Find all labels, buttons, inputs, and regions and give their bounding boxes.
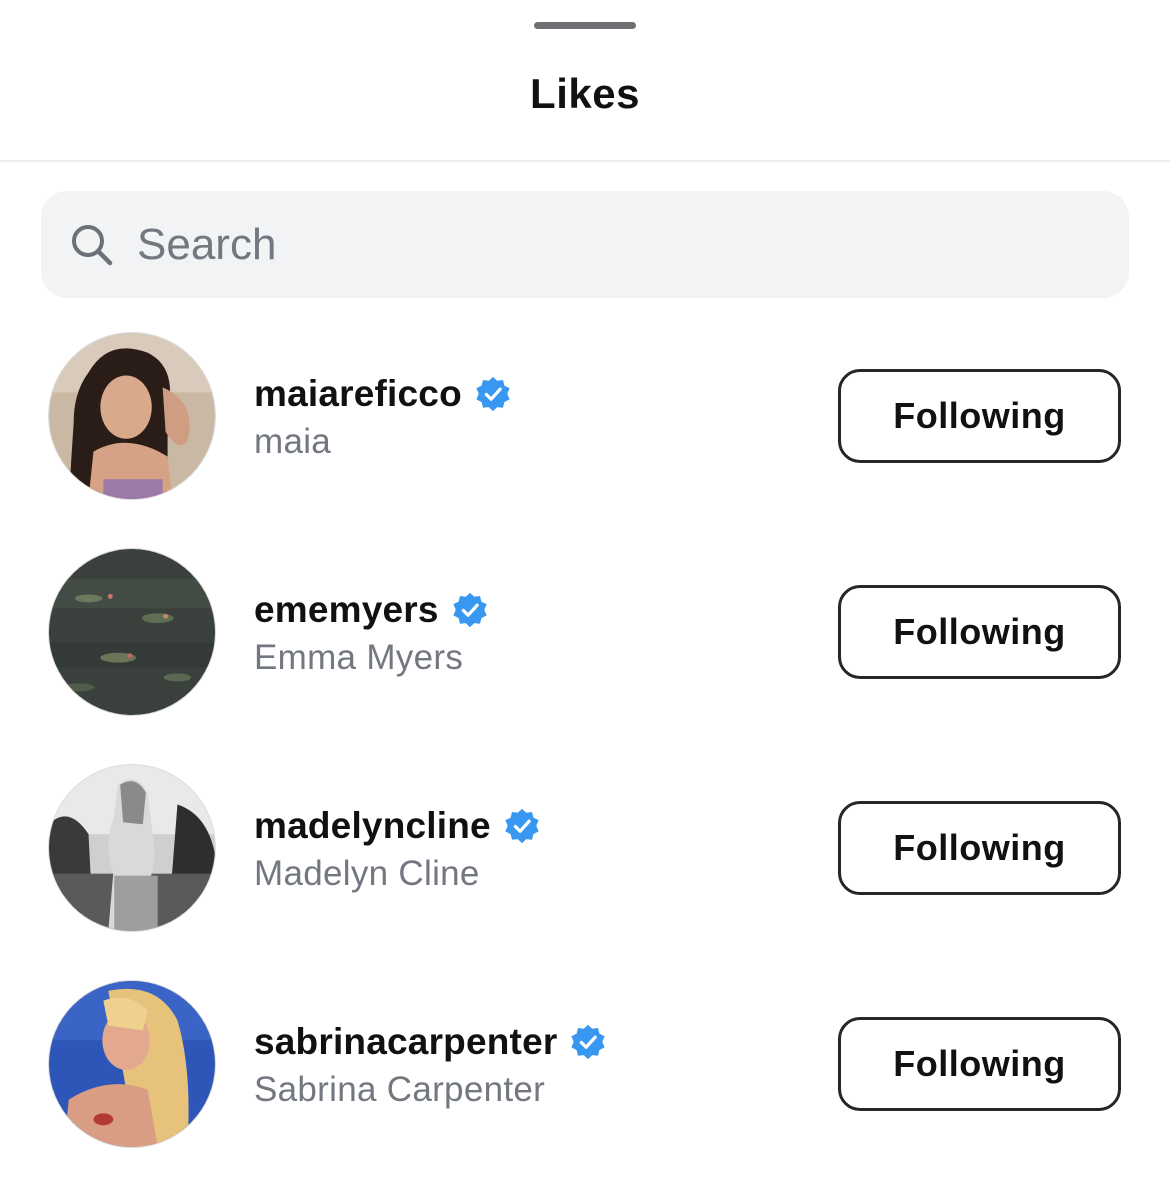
full-name: Emma Myers [254, 638, 464, 677]
avatar-photo [49, 333, 215, 499]
avatar-photo [49, 765, 215, 931]
list-item[interactable]: maiareficco maia Following [0, 332, 1170, 502]
avatar-photo [49, 981, 215, 1147]
sheet-grabber-handle[interactable] [534, 22, 636, 29]
verified-badge-icon [571, 1024, 606, 1060]
following-button[interactable]: Following [838, 1017, 1121, 1111]
username[interactable]: madelyncline [254, 805, 491, 847]
following-button[interactable]: Following [838, 369, 1121, 463]
list-item[interactable]: ememyers Emma Myers Following [0, 548, 1170, 718]
search-input[interactable] [137, 214, 1037, 275]
user-names: ememyers Emma Myers [254, 586, 489, 678]
search-bar[interactable] [41, 191, 1129, 298]
likes-sheet: Likes maiareficco [0, 0, 1170, 1192]
full-name: Sabrina Carpenter [254, 1070, 546, 1109]
avatar[interactable] [48, 764, 216, 932]
full-name: Madelyn Cline [254, 854, 480, 893]
list-item[interactable]: madelyncline Madelyn Cline Following [0, 764, 1170, 934]
header-divider [0, 160, 1170, 162]
user-names: sabrinacarpenter Sabrina Carpenter [254, 1018, 607, 1110]
username[interactable]: sabrinacarpenter [254, 1021, 557, 1063]
verified-badge-icon [505, 808, 539, 844]
verified-badge-icon [476, 376, 510, 412]
user-names: maiareficco maia [254, 370, 512, 462]
list-item[interactable]: sabrinacarpenter Sabrina Carpenter Follo… [0, 980, 1170, 1150]
avatar[interactable] [48, 548, 216, 716]
following-button[interactable]: Following [838, 585, 1121, 679]
avatar-photo [49, 549, 215, 715]
username[interactable]: ememyers [254, 589, 439, 631]
avatar[interactable] [48, 332, 216, 500]
verified-badge-icon [453, 592, 487, 628]
avatar[interactable] [48, 980, 216, 1148]
following-button[interactable]: Following [838, 801, 1121, 895]
username[interactable]: maiareficco [254, 373, 462, 415]
page-title: Likes [530, 70, 640, 117]
search-icon [72, 224, 113, 265]
user-names: madelyncline Madelyn Cline [254, 802, 541, 894]
full-name: maia [254, 422, 332, 461]
